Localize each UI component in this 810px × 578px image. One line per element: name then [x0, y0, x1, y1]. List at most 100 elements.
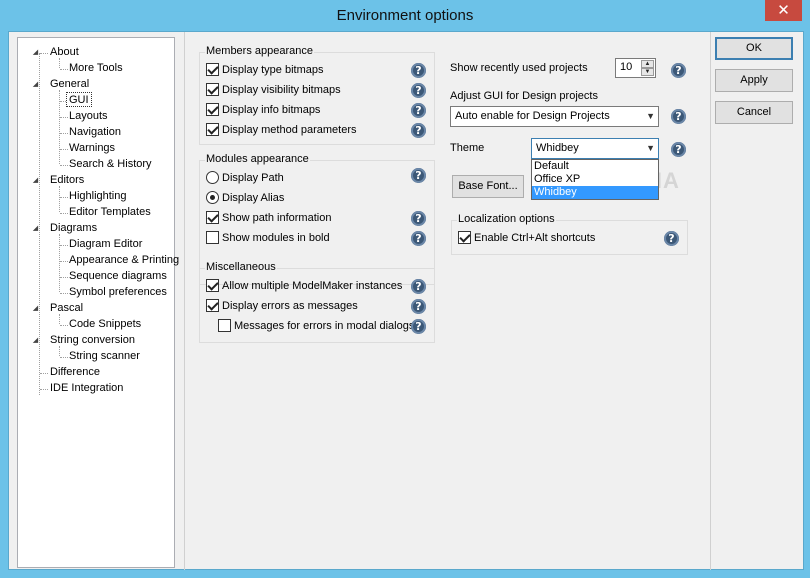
close-button[interactable]: ✕	[765, 0, 802, 21]
help-icon[interactable]: ?	[671, 63, 686, 78]
tree-item-navigation[interactable]: Navigation	[69, 125, 121, 140]
radio-button[interactable]	[206, 191, 219, 204]
help-icon[interactable]: ?	[411, 103, 426, 118]
tree-item-string-conversion[interactable]: String conversion	[50, 333, 135, 348]
tree-item-search-history[interactable]: Search & History	[69, 157, 152, 172]
checkbox-box[interactable]	[206, 103, 219, 116]
spin-down-icon[interactable]: ▼	[641, 68, 654, 76]
chevron-down-icon[interactable]: ▼	[646, 111, 655, 121]
checkbox-box[interactable]	[206, 123, 219, 136]
theme-option-whidbey[interactable]: Whidbey	[532, 186, 658, 199]
close-icon[interactable]: ✕	[777, 1, 790, 19]
checkbox-enable-ctrl-alt[interactable]: Enable Ctrl+Alt shortcuts	[458, 230, 595, 246]
checkbox-label: Allow multiple ModelMaker instances	[222, 280, 403, 292]
apply-button[interactable]: Apply	[715, 69, 793, 92]
help-icon[interactable]: ?	[411, 83, 426, 98]
tree-item-layouts[interactable]: Layouts	[69, 109, 108, 124]
tree-item-difference[interactable]: Difference	[50, 365, 100, 380]
checkbox-show-modules-bold[interactable]: Show modules in bold	[206, 230, 330, 246]
tree-item-symbol-preferences[interactable]: Symbol preferences	[69, 285, 167, 300]
tree-connector	[40, 373, 48, 374]
tree-item-highlighting[interactable]: Highlighting	[69, 189, 126, 204]
spin-up-icon[interactable]: ▲	[641, 60, 654, 68]
tree-item-string-scanner[interactable]: String scanner	[69, 349, 140, 364]
radio-label: Display Alias	[222, 192, 285, 204]
theme-dropdown-list[interactable]: Default Office XP Whidbey	[531, 159, 659, 200]
checkbox-box[interactable]	[206, 299, 219, 312]
chevron-down-icon[interactable]: ▼	[646, 143, 655, 153]
checkbox-show-path-information[interactable]: Show path information	[206, 210, 331, 226]
checkbox-box[interactable]	[458, 231, 471, 244]
tree-item-more-tools[interactable]: More Tools	[69, 61, 123, 76]
tree-connector	[40, 53, 48, 54]
help-icon[interactable]: ?	[411, 279, 426, 294]
checkbox-display-method-parameters[interactable]: Display method parameters	[206, 122, 357, 138]
window: Environment options ✕ ◢ About More Tools…	[0, 0, 810, 578]
theme-option-default[interactable]: Default	[532, 160, 658, 173]
cancel-button[interactable]: Cancel	[715, 101, 793, 124]
tree-item-general[interactable]: General	[50, 77, 89, 92]
help-icon[interactable]: ?	[411, 168, 426, 183]
recent-projects-spinner[interactable]: 10 ▲ ▼	[615, 58, 656, 78]
expand-icon[interactable]: ◢	[31, 48, 40, 57]
radio-button[interactable]	[206, 171, 219, 184]
help-icon[interactable]: ?	[411, 299, 426, 314]
checkbox-label: Show path information	[222, 212, 332, 224]
tree-item-appearance-printing[interactable]: Appearance & Printing	[69, 253, 179, 268]
tree-item-code-snippets[interactable]: Code Snippets	[69, 317, 141, 332]
checkbox-display-type-bitmaps[interactable]: Display type bitmaps	[206, 62, 324, 78]
tree-item-editor-templates[interactable]: Editor Templates	[69, 205, 151, 220]
checkbox-box[interactable]	[206, 279, 219, 292]
checkbox-display-info-bitmaps[interactable]: Display info bitmaps	[206, 102, 320, 118]
tree-item-about[interactable]: About	[50, 45, 79, 60]
radio-label: Display Path	[222, 172, 284, 184]
recent-projects-value[interactable]: 10	[620, 61, 632, 73]
help-icon[interactable]: ?	[411, 319, 426, 334]
tree-item-gui[interactable]: GUI	[66, 92, 92, 107]
radio-display-path[interactable]: Display Path	[206, 170, 284, 186]
help-icon[interactable]: ?	[411, 123, 426, 138]
expand-icon[interactable]: ◢	[31, 224, 40, 233]
tree-connector	[60, 165, 68, 166]
help-icon[interactable]: ?	[664, 231, 679, 246]
theme-option-office-xp[interactable]: Office XP	[532, 173, 658, 186]
theme-value: Whidbey	[536, 142, 579, 154]
tree-item-diagrams[interactable]: Diagrams	[50, 221, 97, 236]
ok-button[interactable]: OK	[715, 37, 793, 60]
recent-projects-label: Show recently used projects	[450, 62, 588, 74]
tree-connector	[60, 149, 68, 150]
adjust-gui-dropdown[interactable]: Auto enable for Design Projects ▼	[450, 106, 659, 127]
checkbox-box[interactable]	[218, 319, 231, 332]
options-tree[interactable]: ◢ About More Tools ◢ General GUI Layouts…	[17, 37, 179, 568]
checkbox-box[interactable]	[206, 211, 219, 224]
checkbox-box[interactable]	[206, 83, 219, 96]
checkbox-allow-multiple-instances[interactable]: Allow multiple ModelMaker instances	[206, 278, 402, 294]
checkbox-box[interactable]	[206, 231, 219, 244]
tree-item-warnings[interactable]: Warnings	[69, 141, 115, 156]
base-font-button[interactable]: Base Font...	[452, 175, 524, 198]
expand-icon[interactable]: ◢	[31, 80, 40, 89]
tree-connector	[60, 261, 68, 262]
checkbox-display-visibility-bitmaps[interactable]: Display visibility bitmaps	[206, 82, 341, 98]
tree-item-diagram-editor[interactable]: Diagram Editor	[69, 237, 142, 252]
help-icon[interactable]: ?	[671, 109, 686, 124]
tree-item-sequence-diagrams[interactable]: Sequence diagrams	[69, 269, 167, 284]
checkbox-display-errors-as-messages[interactable]: Display errors as messages	[206, 298, 358, 314]
tree-item-pascal[interactable]: Pascal	[50, 301, 83, 316]
title-bar[interactable]: Environment options ✕	[0, 0, 810, 31]
tree-connector	[60, 133, 68, 134]
tree-item-ide-integration[interactable]: IDE Integration	[50, 381, 123, 396]
checkbox-box[interactable]	[206, 63, 219, 76]
expand-icon[interactable]: ◢	[31, 304, 40, 313]
tree-item-editors[interactable]: Editors	[50, 173, 84, 188]
checkbox-messages-modal-dialogs[interactable]: Messages for errors in modal dialogs	[218, 318, 414, 334]
expand-icon[interactable]: ◢	[31, 176, 40, 185]
help-icon[interactable]: ?	[411, 211, 426, 226]
help-icon[interactable]: ?	[411, 63, 426, 78]
expand-icon[interactable]: ◢	[31, 336, 40, 345]
radio-display-alias[interactable]: Display Alias	[206, 190, 284, 206]
help-icon[interactable]: ?	[671, 142, 686, 157]
tree-connector	[59, 186, 60, 212]
theme-dropdown[interactable]: Whidbey ▼	[531, 138, 659, 159]
help-icon[interactable]: ?	[411, 231, 426, 246]
